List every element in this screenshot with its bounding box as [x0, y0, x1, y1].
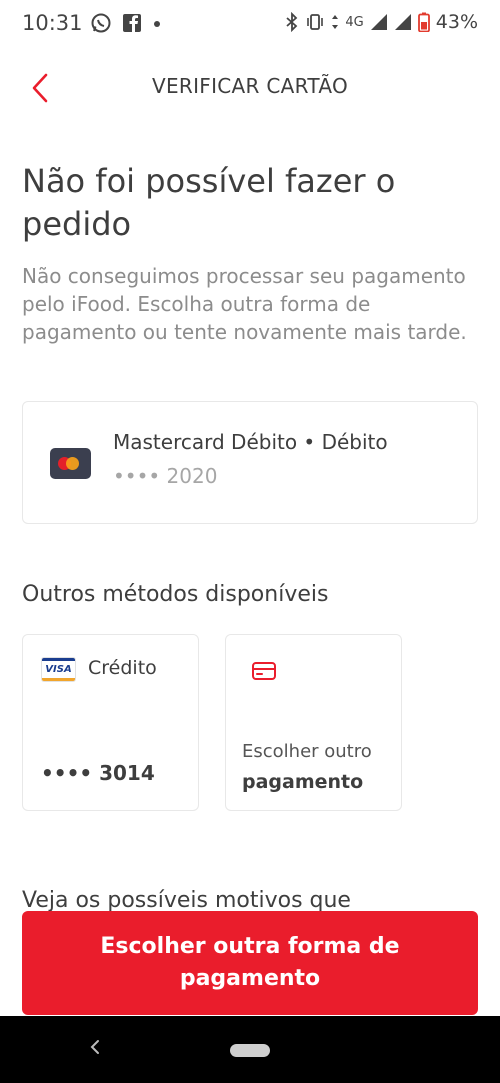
facebook-icon: [123, 14, 141, 33]
visa-icon: VISA: [41, 657, 76, 682]
status-time: 10:31: [22, 11, 83, 35]
other-method-line2: pagamento: [242, 771, 364, 793]
signal-icon-2: [394, 14, 411, 30]
bluetooth-icon: [286, 12, 298, 32]
vibrate-icon: [307, 14, 324, 30]
card-number: •••• 2020: [113, 464, 218, 488]
error-description: Não conseguimos processar seu pagamento …: [22, 264, 467, 344]
network-type: 4G: [345, 14, 364, 30]
method-number: •••• 3014: [41, 761, 155, 785]
whatsapp-icon: [91, 13, 111, 33]
status-bar: 10:31 4G 43%: [0, 0, 500, 50]
page-title: VERIFICAR CARTÃO: [151, 74, 349, 98]
mastercard-icon: [50, 448, 91, 479]
error-heading: Não foi possível fazer o pedido: [22, 162, 396, 243]
signal-icon: [370, 14, 387, 30]
choose-other-payment-button[interactable]: Escolher outra forma de pagamento: [22, 911, 478, 1015]
battery-level: 43%: [435, 11, 478, 33]
nav-home-pill[interactable]: [230, 1044, 270, 1057]
card-name: Mastercard Débito • Débito: [113, 430, 388, 454]
battery-icon: [417, 12, 430, 32]
current-card: Mastercard Débito • Débito •••• 2020: [22, 401, 478, 524]
choose-other-payment-card[interactable]: Escolher outro pagamento: [225, 634, 402, 811]
method-label: Crédito: [88, 657, 157, 679]
dot-icon: [154, 21, 160, 27]
other-methods-title: Outros métodos disponíveis: [22, 582, 329, 607]
other-method-line1: Escolher outro: [242, 741, 372, 762]
credit-card-icon: [252, 662, 276, 680]
nav-back-icon[interactable]: [88, 1036, 102, 1058]
system-nav-bar: [0, 1016, 500, 1083]
method-visa-credit[interactable]: VISA Crédito •••• 3014: [22, 634, 199, 811]
data-arrows-icon: [332, 15, 339, 29]
reasons-title: Veja os possíveis motivos que: [22, 888, 351, 912]
